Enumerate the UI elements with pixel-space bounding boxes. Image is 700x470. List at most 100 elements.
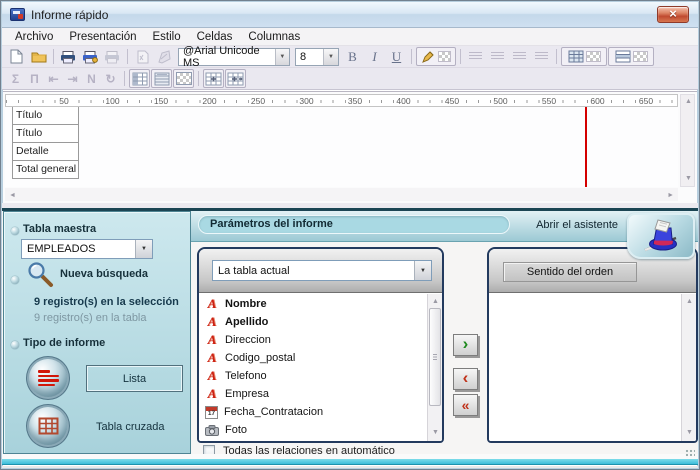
- add-field-button[interactable]: ›: [453, 334, 478, 356]
- print-button[interactable]: [58, 47, 79, 66]
- italic-button[interactable]: I: [364, 47, 385, 66]
- column-boundary-line[interactable]: [585, 107, 587, 187]
- shift-right-icon[interactable]: ⇥: [63, 72, 82, 86]
- menu-item[interactable]: Presentación: [61, 30, 144, 44]
- scroll-up-icon[interactable]: ▲: [432, 297, 439, 307]
- title-bar[interactable]: Informe rápido ×: [2, 2, 698, 28]
- scroll-down-icon[interactable]: ▼: [686, 428, 693, 438]
- cross-table-report-button[interactable]: [29, 407, 67, 445]
- pattern-fill-button[interactable]: [173, 69, 194, 88]
- remove-all-fields-button[interactable]: «: [453, 394, 478, 416]
- magnifier-icon: [26, 260, 54, 288]
- field-item-empresa[interactable]: AEmpresa: [199, 385, 426, 403]
- remove-field-button[interactable]: ‹: [453, 368, 478, 390]
- screen: Informe rápido × ArchivoPresentaciónEsti…: [0, 0, 700, 470]
- new-document-button[interactable]: [6, 47, 27, 66]
- report-row-label[interactable]: Total general: [12, 160, 79, 179]
- bullet-sphere-icon: [11, 276, 19, 284]
- field-item-foto[interactable]: Foto: [199, 421, 426, 439]
- report-canvas[interactable]: TítuloTítuloDetalleTotal general: [5, 107, 678, 187]
- date-field-icon: 17: [205, 406, 218, 419]
- parameters-header: Parámetros del informe: [198, 215, 510, 234]
- open-button[interactable]: [28, 47, 49, 66]
- field-item-codigo_postal[interactable]: ACodigo_postal: [199, 349, 426, 367]
- sort-order-list[interactable]: ▲ ▼: [489, 294, 696, 441]
- alpha-field-icon: A: [205, 296, 219, 312]
- report-row-label[interactable]: Detalle: [12, 142, 79, 161]
- menu-item[interactable]: Archivo: [7, 30, 61, 44]
- field-item-telefono[interactable]: ATelefono: [199, 367, 426, 385]
- canvas-vertical-scrollbar[interactable]: ▲ ▼: [680, 94, 695, 187]
- ruler-label: 650: [637, 95, 655, 107]
- field-item-direccion[interactable]: ADireccion: [199, 331, 426, 349]
- stamp-button[interactable]: [154, 47, 175, 66]
- add-column-button[interactable]: [203, 69, 224, 88]
- scroll-right-icon[interactable]: ►: [667, 191, 674, 201]
- pattern-swatch: [176, 72, 192, 85]
- field-item-apellido[interactable]: AApellido: [199, 313, 426, 331]
- align-left-button[interactable]: [465, 47, 486, 66]
- new-search-button[interactable]: Nueva búsqueda: [26, 260, 148, 288]
- toolbar-separator: [124, 71, 125, 86]
- show-first-column-button[interactable]: [129, 69, 150, 88]
- font-combobox[interactable]: @Arial Unicode MS ▼: [178, 48, 290, 66]
- border-color-button[interactable]: [416, 47, 456, 66]
- report-row-label[interactable]: Título: [12, 107, 79, 125]
- sort-order-header: Sentido del orden: [503, 262, 637, 282]
- cell-fill-button[interactable]: [561, 47, 607, 66]
- page-setup-button[interactable]: [132, 47, 153, 66]
- master-table-select[interactable]: EMPLEADOS ▼: [21, 239, 153, 259]
- alt-row-fill-button[interactable]: [608, 47, 654, 66]
- insert-column-button[interactable]: [225, 69, 246, 88]
- menu-item[interactable]: Estilo: [144, 30, 188, 44]
- table-rows-icon: [154, 72, 170, 86]
- align-justify-button[interactable]: [531, 47, 552, 66]
- field-item-fecha_contratacion[interactable]: 17Fecha_Contratacion: [199, 403, 426, 421]
- font-size-combobox[interactable]: 8 ▼: [295, 48, 339, 66]
- sort-list-scrollbar[interactable]: ▲ ▼: [681, 294, 696, 441]
- scrollbar-thumb[interactable]: [429, 308, 441, 406]
- field-name: Nombre: [225, 298, 267, 310]
- window-bottom-edge: [2, 466, 698, 468]
- print-preview-button[interactable]: [102, 47, 123, 66]
- scroll-down-icon[interactable]: ▼: [685, 174, 692, 184]
- sum-sigma-icon[interactable]: Σ: [6, 72, 25, 86]
- count-n-icon[interactable]: N: [82, 72, 101, 86]
- open-wizard-button[interactable]: [627, 213, 695, 259]
- align-right-icon: [513, 52, 526, 61]
- transparent-fill-swatch: [586, 51, 601, 62]
- dropdown-arrow-icon[interactable]: ▼: [414, 261, 431, 280]
- list-report-label-box[interactable]: Lista: [86, 365, 183, 392]
- resize-grip-icon[interactable]: [685, 449, 695, 458]
- table-first-column-icon: [132, 72, 148, 86]
- toolbar-separator: [411, 49, 412, 64]
- dropdown-arrow-icon[interactable]: ▼: [135, 240, 152, 258]
- show-rows-button[interactable]: [151, 69, 172, 88]
- list-report-button[interactable]: [29, 359, 67, 397]
- field-name: Direccion: [225, 334, 271, 346]
- rotate-icon[interactable]: ↻: [101, 72, 120, 86]
- canvas-horizontal-scrollbar[interactable]: ◄ ►: [5, 188, 678, 201]
- dropdown-arrow-icon[interactable]: ▼: [323, 49, 338, 65]
- scroll-left-icon[interactable]: ◄: [9, 191, 16, 201]
- underline-button[interactable]: U: [386, 47, 407, 66]
- open-wizard-label[interactable]: Abrir el asistente: [536, 219, 618, 231]
- align-right-button[interactable]: [509, 47, 530, 66]
- product-pi-icon[interactable]: Π: [25, 72, 44, 86]
- bold-button[interactable]: B: [342, 47, 363, 66]
- menu-item[interactable]: Celdas: [189, 30, 241, 44]
- scroll-up-icon[interactable]: ▲: [686, 297, 693, 307]
- print-settings-button[interactable]: [80, 47, 101, 66]
- field-item-nombre[interactable]: A Nombre: [199, 295, 426, 313]
- scroll-up-icon[interactable]: ▲: [685, 97, 692, 107]
- field-list-scrollbar[interactable]: ▲ ▼: [427, 294, 442, 441]
- align-center-button[interactable]: [487, 47, 508, 66]
- close-button[interactable]: ×: [657, 6, 689, 23]
- table-select[interactable]: La tabla actual ▼: [212, 260, 432, 281]
- list-report-icon: [38, 370, 59, 386]
- dropdown-arrow-icon[interactable]: ▼: [275, 49, 289, 65]
- shift-left-icon[interactable]: ⇤: [44, 72, 63, 86]
- report-row-label[interactable]: Título: [12, 124, 79, 143]
- menu-item[interactable]: Columnas: [240, 30, 308, 44]
- scroll-down-icon[interactable]: ▼: [432, 428, 439, 438]
